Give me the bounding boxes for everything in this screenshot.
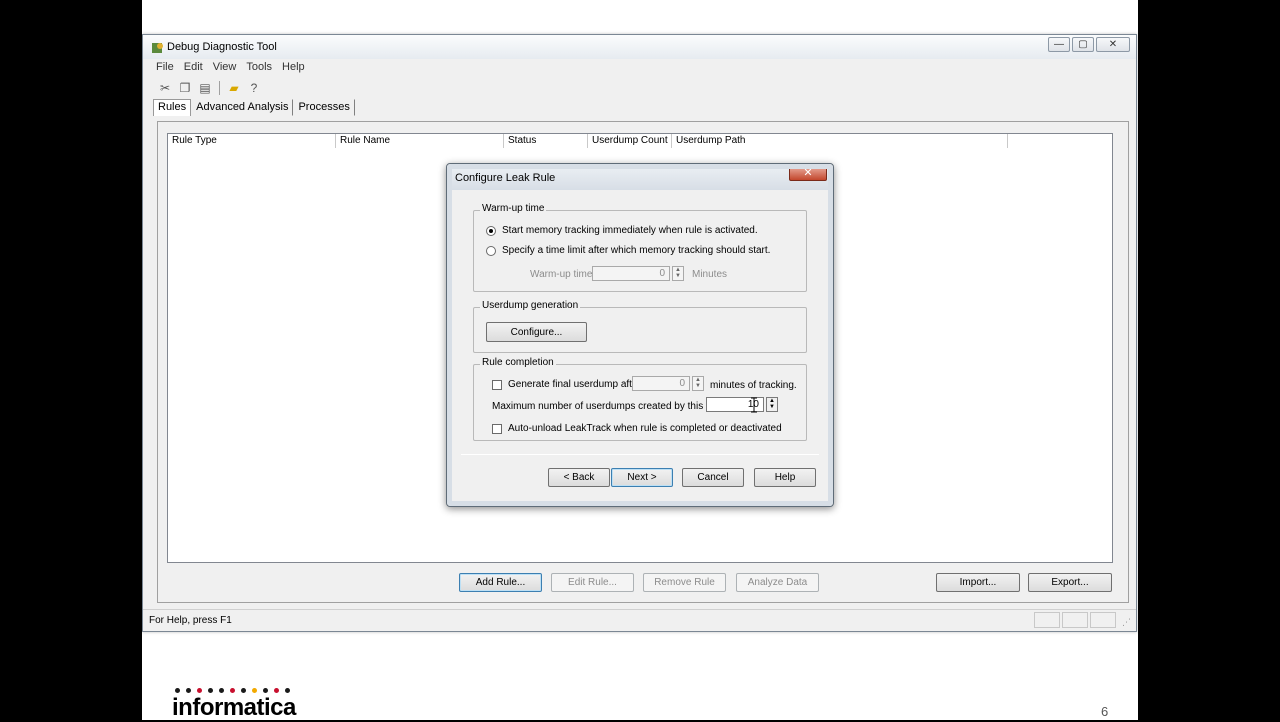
dialog-title-bar: Configure Leak Rule ✕ [447, 164, 833, 190]
help-button[interactable]: Help [754, 468, 816, 487]
warmup-time-label: Warm-up time: [530, 269, 596, 280]
warmup-limit-radio[interactable] [486, 245, 496, 256]
logo-dot [263, 688, 268, 693]
dialog-close-button[interactable]: ✕ [789, 166, 827, 181]
resize-grip-icon[interactable]: ⋰ [1122, 617, 1134, 629]
rule-completion-group-label: Rule completion [480, 357, 556, 368]
auto-unload-checkbox[interactable] [492, 423, 502, 434]
column-empty [1008, 134, 1112, 148]
warmup-group-label: Warm-up time [480, 203, 547, 214]
final-userdump-minutes-field[interactable]: 0 [632, 376, 690, 391]
analyze-data-button[interactable]: Analyze Data [736, 573, 819, 592]
caption-buttons: — ▢ ✕ [1048, 37, 1130, 53]
final-userdump-checkbox[interactable] [492, 379, 502, 390]
tab-advanced-analysis[interactable]: Advanced Analysis [191, 99, 294, 116]
configure-button[interactable]: Configure... [486, 322, 587, 342]
logo-dot [175, 688, 180, 693]
warmup-immediate-radio[interactable] [486, 225, 496, 236]
edit-rule-button[interactable]: Edit Rule... [551, 573, 634, 592]
warmup-immediate-label: Start memory tracking immediately when r… [502, 225, 758, 236]
next-button[interactable]: Next > [611, 468, 673, 487]
dialog-separator [461, 454, 819, 455]
warmup-immediate-option[interactable]: Start memory tracking immediately when r… [486, 225, 758, 236]
cut-icon[interactable]: ✂ [157, 80, 173, 96]
add-rule-button[interactable]: Add Rule... [459, 573, 542, 592]
logo-dot [197, 688, 202, 693]
dialog-title: Configure Leak Rule [455, 172, 556, 184]
column-userdump-count[interactable]: Userdump Count [588, 134, 672, 148]
menu-view[interactable]: View [208, 59, 242, 77]
warmup-time-spinner[interactable]: ▲ ▼ [672, 266, 684, 281]
logo-dot [285, 688, 290, 693]
informatica-logo: informatica [172, 694, 296, 721]
export-button[interactable]: Export... [1028, 573, 1112, 592]
tab-rules[interactable]: Rules [153, 99, 192, 116]
warmup-time-field[interactable]: 0 [592, 266, 670, 281]
menu-bar: File Edit View Tools Help [143, 59, 1136, 77]
paste-icon[interactable]: ▤ [197, 80, 213, 96]
userdump-group-label: Userdump generation [480, 300, 581, 311]
final-userdump-unit: minutes of tracking. [710, 380, 797, 391]
configure-leak-rule-dialog: Configure Leak Rule ✕ Warm-up time Start… [446, 163, 834, 507]
column-rule-type[interactable]: Rule Type [168, 134, 336, 148]
column-userdump-path[interactable]: Userdump Path [672, 134, 1008, 148]
warmup-limit-option[interactable]: Specify a time limit after which memory … [486, 245, 770, 256]
status-bar: For Help, press F1 ⋰ [143, 609, 1136, 631]
column-rule-name[interactable]: Rule Name [336, 134, 504, 148]
toolbar-separator [219, 81, 220, 95]
status-pane [1034, 612, 1060, 628]
logo-dot [252, 688, 257, 693]
import-button[interactable]: Import... [936, 573, 1020, 592]
final-userdump-spinner[interactable]: ▲ ▼ [692, 376, 704, 391]
copy-icon[interactable]: ❐ [177, 80, 193, 96]
minimize-button[interactable]: — [1048, 37, 1070, 52]
column-status[interactable]: Status [504, 134, 588, 148]
logo-dots [175, 688, 290, 693]
max-userdumps-label: Maximum number of userdumps created by t… [492, 401, 726, 412]
status-pane [1090, 612, 1116, 628]
app-icon [152, 43, 163, 53]
toolbar: ✂ ❐ ▤ ▰ ? [157, 79, 262, 97]
remove-rule-button[interactable]: Remove Rule [643, 573, 726, 592]
status-pane [1062, 612, 1088, 628]
auto-unload-option[interactable]: Auto-unload LeakTrack when rule is compl… [492, 423, 782, 434]
status-panes [1034, 612, 1116, 628]
text-cursor-icon [751, 397, 757, 413]
logo-dot [219, 688, 224, 693]
tab-strip: Rules Advanced Analysis Processes [153, 99, 355, 116]
cancel-button[interactable]: Cancel [682, 468, 744, 487]
dialog-body: Warm-up time Start memory tracking immed… [453, 190, 827, 500]
menu-tools[interactable]: Tools [241, 59, 277, 77]
title-bar: Debug Diagnostic Tool — ▢ ✕ [143, 35, 1136, 59]
status-text: For Help, press F1 [149, 615, 232, 626]
logo-dot [274, 688, 279, 693]
warmup-unit-label: Minutes [692, 269, 728, 280]
userdump-generation-group: Userdump generation Configure... [473, 300, 807, 353]
final-userdump-label: Generate final userdump after [508, 379, 641, 390]
close-button[interactable]: ✕ [1096, 37, 1130, 52]
warmup-group: Warm-up time Start memory tracking immed… [473, 203, 807, 292]
tab-processes[interactable]: Processes [293, 99, 355, 116]
menu-edit[interactable]: Edit [179, 59, 208, 77]
menu-file[interactable]: File [151, 59, 179, 77]
open-folder-icon[interactable]: ▰ [226, 80, 242, 96]
rules-list-header: Rule Type Rule Name Status Userdump Coun… [168, 134, 1112, 148]
logo-dot [208, 688, 213, 693]
page-number: 6 [1101, 704, 1109, 719]
logo-dot [186, 688, 191, 693]
window-title: Debug Diagnostic Tool [167, 41, 277, 53]
logo-dot [230, 688, 235, 693]
final-userdump-option[interactable]: Generate final userdump after [492, 379, 641, 390]
warmup-limit-label: Specify a time limit after which memory … [502, 245, 771, 256]
maximize-button[interactable]: ▢ [1072, 37, 1094, 52]
back-button[interactable]: < Back [548, 468, 610, 487]
menu-help[interactable]: Help [277, 59, 310, 77]
rule-actions: Add Rule... Edit Rule... Remove Rule Ana… [143, 573, 1136, 593]
help-icon[interactable]: ? [246, 80, 262, 96]
max-userdumps-spinner[interactable]: ▲ ▼ [766, 397, 778, 412]
logo-dot [241, 688, 246, 693]
auto-unload-label: Auto-unload LeakTrack when rule is compl… [508, 423, 782, 434]
